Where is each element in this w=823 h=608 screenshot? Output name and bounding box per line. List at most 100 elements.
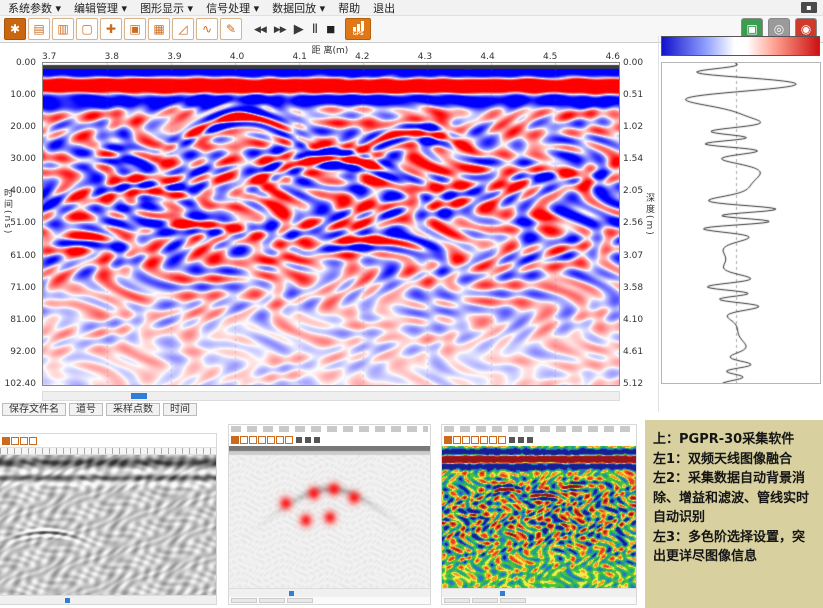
- thumb2-statusbar: [229, 588, 430, 597]
- marker-button[interactable]: ✚: [100, 18, 122, 40]
- thumb3-statusbar: [442, 588, 636, 597]
- thumbnail-auto-background-removal: [228, 424, 431, 605]
- stop-button[interactable]: ■: [324, 18, 337, 40]
- measure-button[interactable]: ◿: [172, 18, 194, 40]
- y-right-tick-2.56: 2.56: [623, 218, 643, 228]
- thumb-toolbar-icon: [2, 437, 10, 445]
- x-tick-4.1: 4.1: [293, 52, 307, 62]
- edit-button[interactable]: ✎: [220, 18, 242, 40]
- open-button[interactable]: ▢: [76, 18, 98, 40]
- y-left-tick-51.00: 51.00: [10, 218, 36, 228]
- x-tick-3.9: 3.9: [167, 52, 181, 62]
- thumb2-image: [229, 446, 430, 588]
- menu-item-6[interactable]: 帮助: [338, 0, 360, 16]
- thumb-toolbar-icon: [498, 436, 506, 444]
- caption-line-3: 左2：采集数据自动背景消除、增益和滤波、管线实时自动识别: [653, 469, 815, 528]
- radargram-canvas[interactable]: [43, 63, 619, 385]
- thumb-playback-icon: [509, 437, 515, 443]
- thumb1-statusbar: [0, 595, 216, 604]
- y-right-tick-0.51: 0.51: [623, 90, 643, 100]
- y-right-tick-2.05: 2.05: [623, 186, 643, 196]
- play-button[interactable]: ▶: [292, 18, 306, 40]
- y-left-tick-30.00: 30.00: [10, 154, 36, 164]
- thumb-toolbar-icon: [267, 436, 275, 444]
- save-button[interactable]: ▤: [28, 18, 50, 40]
- thumb3-image: [442, 446, 636, 588]
- menu-item-5[interactable]: 数据回放 ▾: [272, 0, 325, 16]
- print-button[interactable]: ▥: [52, 18, 74, 40]
- x-tick-4.2: 4.2: [355, 52, 369, 62]
- y-left-tick-92.00: 92.00: [10, 347, 36, 357]
- thumb3-scroll-dot: [500, 591, 505, 596]
- thumb2-tabs: [229, 597, 430, 604]
- gps-signal-icon: [353, 21, 364, 31]
- menu-item-3[interactable]: 图形显示 ▾: [140, 0, 193, 16]
- status-tab-3[interactable]: 采样点数: [106, 403, 160, 416]
- bottom-section: 上：PGPR-30采集软件左1：双频天线图像融合左2：采集数据自动背景消除、增益…: [0, 418, 823, 608]
- pause-button[interactable]: Ⅱ: [310, 18, 320, 40]
- menu-bar: 系统参数 ▾ 编辑管理 ▾ 图形显示 ▾ 信号处理 ▾ 数据回放 ▾ 帮助退出: [0, 0, 823, 16]
- scrollbar-thumb[interactable]: [131, 393, 147, 399]
- y-left-tick-10.00: 10.00: [10, 90, 36, 100]
- y-right-tick-0.00: 0.00: [623, 58, 643, 68]
- thumb3-menubar: [444, 426, 634, 432]
- x-tick-4.0: 4.0: [230, 52, 244, 62]
- fast-forward-button[interactable]: ▶▶: [272, 18, 288, 40]
- gps-button[interactable]: GPS: [345, 18, 371, 40]
- thumb-toolbar-icon: [249, 436, 257, 444]
- thumb-toolbar-icon: [29, 437, 37, 445]
- system-config-button[interactable]: ✱: [4, 18, 26, 40]
- window-menu-button[interactable]: ▪: [801, 2, 817, 13]
- x-tick-4.5: 4.5: [543, 52, 557, 62]
- menu-item-1[interactable]: 系统参数 ▾: [8, 0, 61, 16]
- status-tab-1[interactable]: 保存文件名: [2, 403, 66, 416]
- radargram-panel: 距 离(m) 3.73.83.94.04.14.24.34.44.54.6 时间…: [0, 43, 656, 415]
- y-left-tick-81.00: 81.00: [10, 315, 36, 325]
- thumb-playback-icon: [296, 437, 302, 443]
- y-right-tick-4.10: 4.10: [623, 315, 643, 325]
- y-left-tick-61.00: 61.00: [10, 251, 36, 261]
- thumb2-scroll-dot: [289, 591, 294, 596]
- horizontal-scrollbar[interactable]: [42, 391, 620, 401]
- thumb-toolbar-icon: [231, 436, 239, 444]
- gain-button[interactable]: ▦: [148, 18, 170, 40]
- thumb1-scroll-dot: [65, 598, 70, 603]
- thumb3-toolbar: [442, 433, 636, 446]
- y-right-tick-1.54: 1.54: [623, 154, 643, 164]
- thumb1-toolbar: [0, 434, 216, 447]
- x-tick-4.6: 4.6: [606, 52, 620, 62]
- x-tick-4.3: 4.3: [418, 52, 432, 62]
- filter-curve-button[interactable]: ∿: [196, 18, 218, 40]
- x-tick-3.7: 3.7: [42, 52, 56, 62]
- y-right-tick-5.12: 5.12: [623, 379, 643, 389]
- thumb-toolbar-icon: [240, 436, 248, 444]
- trace-plot-canvas: [662, 63, 820, 383]
- menu-item-2[interactable]: 编辑管理 ▾: [74, 0, 127, 16]
- thumbnail-multi-color-scale: [441, 424, 637, 605]
- thumb-playback-icon: [305, 437, 311, 443]
- y-left-tick-20.00: 20.00: [10, 122, 36, 132]
- menu-item-7[interactable]: 退出: [373, 0, 395, 16]
- caption-line-1: 上：PGPR-30采集软件: [653, 430, 815, 450]
- y-right-axis-title: 深度(m): [643, 193, 656, 237]
- caption-line-4: 左3：多色阶选择设置，突出更详尽图像信息: [653, 528, 815, 567]
- status-tab-4[interactable]: 时间: [163, 403, 197, 416]
- caption-box: 上：PGPR-30采集软件左1：双频天线图像融合左2：采集数据自动背景消除、增益…: [645, 420, 823, 608]
- thumb-toolbar-icon: [258, 436, 266, 444]
- y-left-tick-102.40: 102.40: [5, 379, 37, 389]
- thumb1-image: [0, 455, 216, 595]
- y-right-tick-4.61: 4.61: [623, 347, 643, 357]
- thumb2-toolbar: [229, 433, 430, 446]
- y-left-ticks: 0.0010.0020.0030.0040.0051.0061.0071.008…: [0, 58, 39, 389]
- rewind-button[interactable]: ◀◀: [252, 18, 268, 40]
- menu-item-4[interactable]: 信号处理 ▾: [206, 0, 259, 16]
- x-tick-4.4: 4.4: [480, 52, 494, 62]
- thumb-toolbar-icon: [444, 436, 452, 444]
- thumb-toolbar-icon: [20, 437, 28, 445]
- status-tab-2[interactable]: 道号: [69, 403, 103, 416]
- y-right-tick-3.07: 3.07: [623, 251, 643, 261]
- display-mode-button[interactable]: ▣: [124, 18, 146, 40]
- thumb-playback-icon: [314, 437, 320, 443]
- thumb-toolbar-icon: [11, 437, 19, 445]
- thumb-toolbar-icon: [453, 436, 461, 444]
